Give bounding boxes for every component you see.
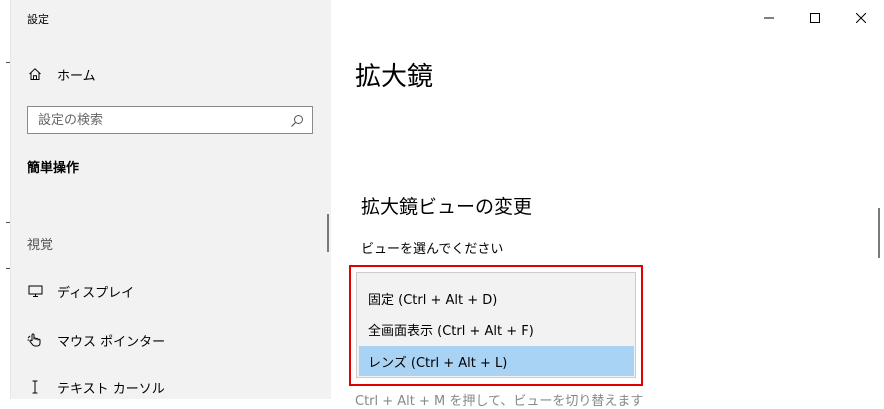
view-select-label: ビューを選んでください	[361, 242, 504, 257]
search-icon[interactable]	[290, 113, 304, 127]
edge-tick	[6, 222, 10, 223]
option-label: 固定 (Ctrl + Alt + D)	[368, 292, 498, 308]
view-dropdown-list[interactable]: 固定 (Ctrl + Alt + D) 全画面表示 (Ctrl + Alt + …	[356, 272, 636, 378]
view-option-lens[interactable]: レンズ (Ctrl + Alt + L)	[359, 346, 634, 376]
view-option-full-screen[interactable]: 全画面表示 (Ctrl + Alt + F)	[359, 314, 634, 344]
sidebar-scrollbar[interactable]	[327, 214, 329, 252]
close-icon	[855, 8, 867, 27]
maximize-button[interactable]	[792, 0, 838, 34]
section-heading: 拡大鏡ビューの変更	[361, 196, 533, 218]
sidebar-item-text-cursor[interactable]: テキスト カーソル	[11, 372, 331, 402]
app-title: 設定	[27, 13, 49, 26]
left-window-edge	[0, 0, 11, 399]
sidebar-item-mouse-pointer[interactable]: マウス ポインター	[11, 325, 331, 355]
pointer-icon	[27, 332, 43, 348]
close-button[interactable]	[838, 0, 884, 34]
sidebar-item-label: ディスプレイ	[57, 285, 135, 301]
main-scrollbar[interactable]	[878, 208, 880, 258]
text-cursor-icon	[27, 379, 43, 395]
main-content: 拡大鏡 拡大鏡ビューの変更 ビューを選んでください 固定 (Ctrl + Alt…	[331, 0, 884, 409]
minimize-button[interactable]	[746, 0, 792, 34]
sidebar-item-display[interactable]: ディスプレイ	[11, 276, 331, 306]
group-label: 視覚	[27, 238, 54, 253]
option-label: レンズ (Ctrl + Alt + L)	[368, 355, 508, 371]
sidebar-item-label: テキスト カーソル	[57, 381, 165, 397]
edge-tick	[6, 268, 10, 269]
settings-window: 設定 ホーム 簡単操作 視覚 ディスプレイ マウス ポイ	[0, 0, 884, 409]
search-input[interactable]	[28, 107, 288, 133]
settings-search-box[interactable]	[27, 106, 313, 134]
sidebar-item-label: マウス ポインター	[57, 334, 166, 350]
home-icon	[27, 66, 43, 82]
sidebar-item-label: ホーム	[57, 68, 96, 84]
edge-tick	[6, 62, 10, 63]
section-title: 簡単操作	[27, 161, 80, 176]
page-title: 拡大鏡	[355, 62, 434, 92]
view-option-docked[interactable]: 固定 (Ctrl + Alt + D)	[359, 283, 634, 313]
sidebar: 設定 ホーム 簡単操作 視覚 ディスプレイ マウス ポイ	[11, 0, 331, 399]
maximize-icon	[810, 8, 820, 27]
monitor-icon	[27, 283, 43, 299]
shortcut-hint-text: Ctrl + Alt + M を押して、ビューを切り替えます	[355, 394, 644, 409]
sidebar-item-home[interactable]: ホーム	[11, 59, 331, 89]
option-label: 全画面表示 (Ctrl + Alt + F)	[368, 323, 534, 339]
minimize-icon	[764, 8, 774, 27]
